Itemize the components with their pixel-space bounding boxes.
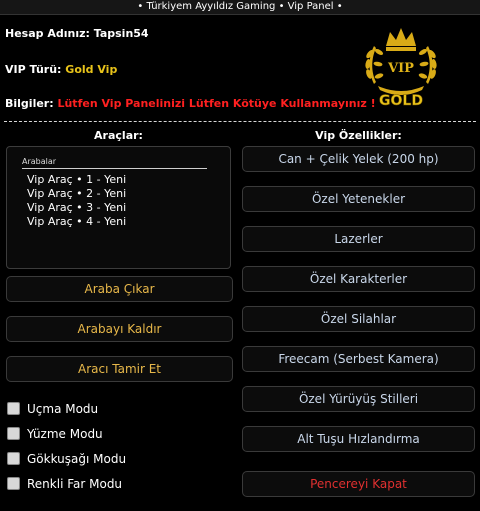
- special-weapons-button[interactable]: Özel Silahlar: [242, 306, 475, 332]
- checkbox-box[interactable]: [7, 402, 20, 415]
- account-name-value: Tapsin54: [93, 27, 149, 40]
- remove-car-button[interactable]: Arabayı Kaldır: [6, 316, 233, 342]
- checkbox-box[interactable]: [7, 477, 20, 490]
- tools-title: Araçlar:: [94, 129, 143, 142]
- colorful-lights-label: Renkli Far Modu: [27, 477, 123, 491]
- alt-speed-button[interactable]: Alt Tuşu Hızlandırma: [242, 426, 475, 452]
- fly-mode-label: Uçma Modu: [27, 402, 99, 416]
- info-label: Bilgiler:: [5, 97, 54, 110]
- spawn-car-button[interactable]: Araba Çıkar: [6, 276, 233, 302]
- freecam-button[interactable]: Freecam (Serbest Kamera): [242, 346, 475, 372]
- checkbox-box[interactable]: [7, 452, 20, 465]
- swim-mode-checkbox[interactable]: Yüzme Modu: [7, 427, 103, 441]
- rainbow-mode-checkbox[interactable]: Gökkuşağı Modu: [7, 452, 126, 466]
- swim-mode-label: Yüzme Modu: [27, 427, 103, 441]
- window-title: • Türkiyem Ayyıldız Gaming • Vip Panel •: [0, 0, 480, 15]
- special-characters-button[interactable]: Özel Karakterler: [242, 266, 475, 292]
- account-name-row: Hesap Adınız: Tapsin54: [5, 27, 149, 40]
- logo-vip-text: VIP: [387, 61, 414, 76]
- vehicle-list[interactable]: Arabalar Vip Araç • 1 - Yeni Vip Araç • …: [6, 146, 231, 269]
- vehicle-list-header[interactable]: Arabalar: [22, 157, 207, 169]
- vip-type-label: VIP Türü:: [5, 63, 62, 76]
- info-row: Bilgiler: Lütfen Vip Panelinizi Lütfen K…: [5, 97, 376, 110]
- features-title: Vip Özellikler:: [315, 129, 402, 142]
- list-item[interactable]: Vip Araç • 1 - Yeni: [27, 173, 126, 186]
- walking-styles-button[interactable]: Özel Yürüyüş Stilleri: [242, 386, 475, 412]
- vip-gold-logo: VIP GOLD: [365, 28, 437, 108]
- checkbox-box[interactable]: [7, 427, 20, 440]
- fly-mode-checkbox[interactable]: Uçma Modu: [7, 402, 98, 416]
- rainbow-mode-label: Gökkuşağı Modu: [27, 452, 127, 466]
- vip-type-value: Gold Vip: [65, 63, 118, 76]
- lasers-button[interactable]: Lazerler: [242, 226, 475, 252]
- health-armor-button[interactable]: Can + Çelik Yelek (200 hp): [242, 146, 475, 172]
- repair-car-button[interactable]: Aracı Tamir Et: [6, 356, 233, 382]
- close-window-button[interactable]: Pencereyi Kapat: [242, 471, 475, 497]
- colorful-lights-checkbox[interactable]: Renkli Far Modu: [7, 477, 122, 491]
- special-skills-button[interactable]: Özel Yetenekler: [242, 186, 475, 212]
- logo-gold-text: GOLD: [379, 93, 423, 108]
- list-item[interactable]: Vip Araç • 4 - Yeni: [27, 215, 126, 228]
- list-item[interactable]: Vip Araç • 2 - Yeni: [27, 187, 126, 200]
- section-divider: [4, 121, 476, 122]
- account-name-label: Hesap Adınız:: [5, 27, 90, 40]
- list-item[interactable]: Vip Araç • 3 - Yeni: [27, 201, 126, 214]
- vip-type-row: VIP Türü: Gold Vip: [5, 63, 117, 76]
- info-value: Lütfen Vip Panelinizi Lütfen Kötüye Kull…: [57, 97, 376, 110]
